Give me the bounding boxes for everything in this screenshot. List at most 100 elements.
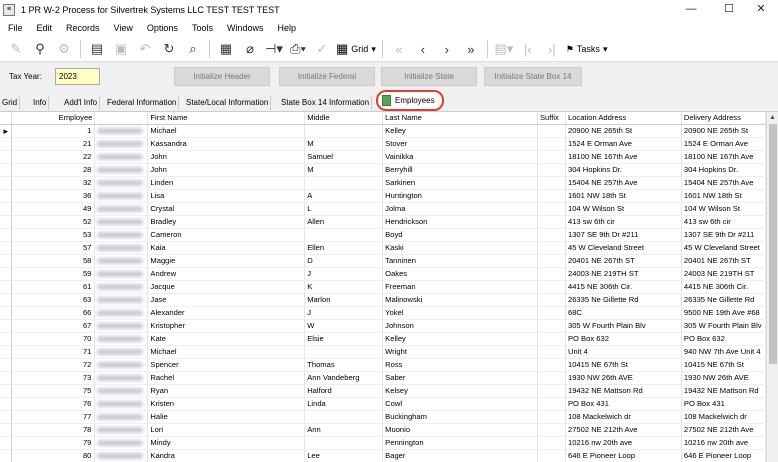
- last-name-cell[interactable]: Oakes: [382, 267, 538, 282]
- location-address-cell[interactable]: Unit 4: [565, 345, 682, 360]
- suffix-cell[interactable]: [537, 280, 566, 295]
- tab-state-local-information[interactable]: State/Local Information: [184, 96, 272, 110]
- employee-cell[interactable]: 52: [11, 215, 96, 230]
- employee-grid[interactable]: Employee First Name Middle Last Name Suf…: [0, 112, 766, 462]
- employee-cell[interactable]: 53: [11, 228, 96, 243]
- location-address-cell[interactable]: 18100 NE 167th Ave: [565, 150, 682, 165]
- middle-cell[interactable]: [304, 228, 384, 243]
- location-address-cell[interactable]: 26335 Ne Gillette Rd: [565, 293, 682, 308]
- blurred-cell[interactable]: [94, 319, 149, 334]
- location-address-cell[interactable]: 1930 NW 26th AVE: [565, 371, 682, 386]
- table-row[interactable]: 76 Kristen Linda Cowl PO Box 431 PO Box 431: [0, 397, 766, 412]
- employee-cell[interactable]: 49: [11, 202, 96, 217]
- first-name-cell[interactable]: Alexander: [147, 306, 306, 321]
- table-row[interactable]: 28 John M Berryhill 304 Hopkins Dr. 304 Hopki…: [0, 163, 766, 178]
- middle-cell[interactable]: Ellen: [304, 241, 384, 256]
- menu-windows[interactable]: Windows: [219, 23, 270, 33]
- first-name-cell[interactable]: Jase: [147, 293, 306, 308]
- suffix-cell[interactable]: [537, 163, 566, 178]
- delivery-address-cell[interactable]: 26335 Ne Gillette Rd: [681, 293, 766, 308]
- table-row[interactable]: 57 Kaia Ellen Kaski 45 W Cleveland Street 45 …: [0, 241, 766, 256]
- blurred-cell[interactable]: [94, 176, 149, 191]
- suffix-cell[interactable]: [537, 137, 566, 152]
- row-indicator[interactable]: [0, 215, 13, 230]
- column-header-employee[interactable]: Employee: [11, 112, 96, 126]
- suffix-cell[interactable]: [537, 228, 566, 243]
- delivery-address-cell[interactable]: 20401 NE 267th ST: [681, 254, 766, 269]
- first-name-cell[interactable]: Mindy: [147, 436, 306, 451]
- suffix-cell[interactable]: [537, 124, 566, 139]
- tab-state-box14-information[interactable]: State Box 14 Information: [279, 96, 373, 110]
- last-name-cell[interactable]: Buckingham: [382, 410, 538, 425]
- blurred-cell[interactable]: [94, 384, 149, 399]
- column-header-middle[interactable]: Middle: [304, 112, 384, 126]
- employee-cell[interactable]: 78: [11, 423, 96, 438]
- middle-cell[interactable]: Elsie: [304, 332, 384, 347]
- middle-cell[interactable]: J: [304, 306, 384, 321]
- table-row[interactable]: 77 Halie Buckingham 108 Mackelwich dr 108 Ma…: [0, 410, 766, 425]
- location-address-cell[interactable]: 24003 NE 219TH ST: [565, 267, 682, 282]
- last-name-cell[interactable]: Jolma: [382, 202, 538, 217]
- delivery-address-cell[interactable]: 18100 NE 167th Ave: [681, 150, 766, 165]
- row-indicator[interactable]: [0, 384, 13, 399]
- last-name-cell[interactable]: Pennington: [382, 436, 538, 451]
- table-row[interactable]: 70 Kate Elsie Kelley PO Box 632 PO Box 632: [0, 332, 766, 347]
- first-name-cell[interactable]: Kaia: [147, 241, 306, 256]
- delivery-address-cell[interactable]: 1601 NW 18th St: [681, 189, 766, 204]
- middle-cell[interactable]: Ann Vandeberg: [304, 371, 384, 386]
- tab-info[interactable]: Info: [31, 96, 50, 110]
- location-address-cell[interactable]: 305 W Fourth Plain Blv: [565, 319, 682, 334]
- employee-cell[interactable]: 79: [11, 436, 96, 451]
- first-name-cell[interactable]: Andrew: [147, 267, 306, 282]
- suffix-cell[interactable]: [537, 189, 566, 204]
- middle-cell[interactable]: Ann: [304, 423, 384, 438]
- table-row[interactable]: 49 Crystal L Jolma 104 W Wilson St 104 W Wils…: [0, 202, 766, 217]
- suffix-cell[interactable]: [537, 150, 566, 165]
- first-name-cell[interactable]: Spencer: [147, 358, 306, 373]
- first-name-cell[interactable]: John: [147, 163, 306, 178]
- middle-cell[interactable]: Thomas: [304, 358, 384, 373]
- location-address-cell[interactable]: 4415 NE 306th Cir.: [565, 280, 682, 295]
- employee-cell[interactable]: 63: [11, 293, 96, 308]
- first-name-cell[interactable]: Michael: [147, 345, 306, 360]
- location-address-cell[interactable]: 45 W Cleveland Street: [565, 241, 682, 256]
- close-button[interactable]: ✕: [744, 0, 778, 19]
- layout-grid-icon[interactable]: ▦: [216, 39, 236, 59]
- delivery-address-cell[interactable]: 104 W Wilson St: [681, 202, 766, 217]
- last-name-cell[interactable]: Tanninen: [382, 254, 538, 269]
- table-row[interactable]: 61 Jacque K Freeman 4415 NE 306th Cir. 4415 N…: [0, 280, 766, 295]
- location-address-cell[interactable]: 20900 NE 265th St: [565, 124, 682, 139]
- first-name-cell[interactable]: Crystal: [147, 202, 306, 217]
- blurred-cell[interactable]: [94, 345, 149, 360]
- initialize-state-button[interactable]: Initialize State: [381, 67, 477, 86]
- blurred-cell[interactable]: [94, 371, 149, 386]
- maximize-button[interactable]: ☐: [712, 0, 746, 19]
- column-header-blurred[interactable]: [94, 112, 149, 126]
- first-name-cell[interactable]: Kristopher: [147, 319, 306, 334]
- last-page-icon[interactable]: ›|: [542, 39, 562, 59]
- middle-cell[interactable]: Halford: [304, 384, 384, 399]
- last-name-cell[interactable]: Kelley: [382, 332, 538, 347]
- blurred-cell[interactable]: [94, 436, 149, 451]
- delivery-address-cell[interactable]: 305 W Fourth Plain Blv: [681, 319, 766, 334]
- blurred-cell[interactable]: [94, 410, 149, 425]
- row-indicator[interactable]: [0, 163, 13, 178]
- last-name-cell[interactable]: Sarkinen: [382, 176, 538, 191]
- location-address-cell[interactable]: 413 sw 6th cir: [565, 215, 682, 230]
- suffix-cell[interactable]: [537, 384, 566, 399]
- location-address-cell[interactable]: PO Box 431: [565, 397, 682, 412]
- row-indicator[interactable]: [0, 280, 13, 295]
- first-name-cell[interactable]: Kristen: [147, 397, 306, 412]
- search-icon[interactable]: ⌕: [183, 39, 203, 59]
- employee-cell[interactable]: 77: [11, 410, 96, 425]
- employee-cell[interactable]: 70: [11, 332, 96, 347]
- form-list-icon[interactable]: ▤▾: [494, 39, 514, 59]
- first-name-cell[interactable]: Michael: [147, 124, 306, 139]
- scroll-up-icon[interactable]: ▲: [767, 112, 778, 124]
- table-row[interactable]: ▸ 1 Michael Kelley 20900 NE 265th St 20900 NE…: [0, 124, 766, 139]
- blurred-cell[interactable]: [94, 358, 149, 373]
- row-indicator[interactable]: [0, 254, 13, 269]
- row-indicator[interactable]: [0, 410, 13, 425]
- blurred-cell[interactable]: [94, 137, 149, 152]
- middle-cell[interactable]: [304, 176, 384, 191]
